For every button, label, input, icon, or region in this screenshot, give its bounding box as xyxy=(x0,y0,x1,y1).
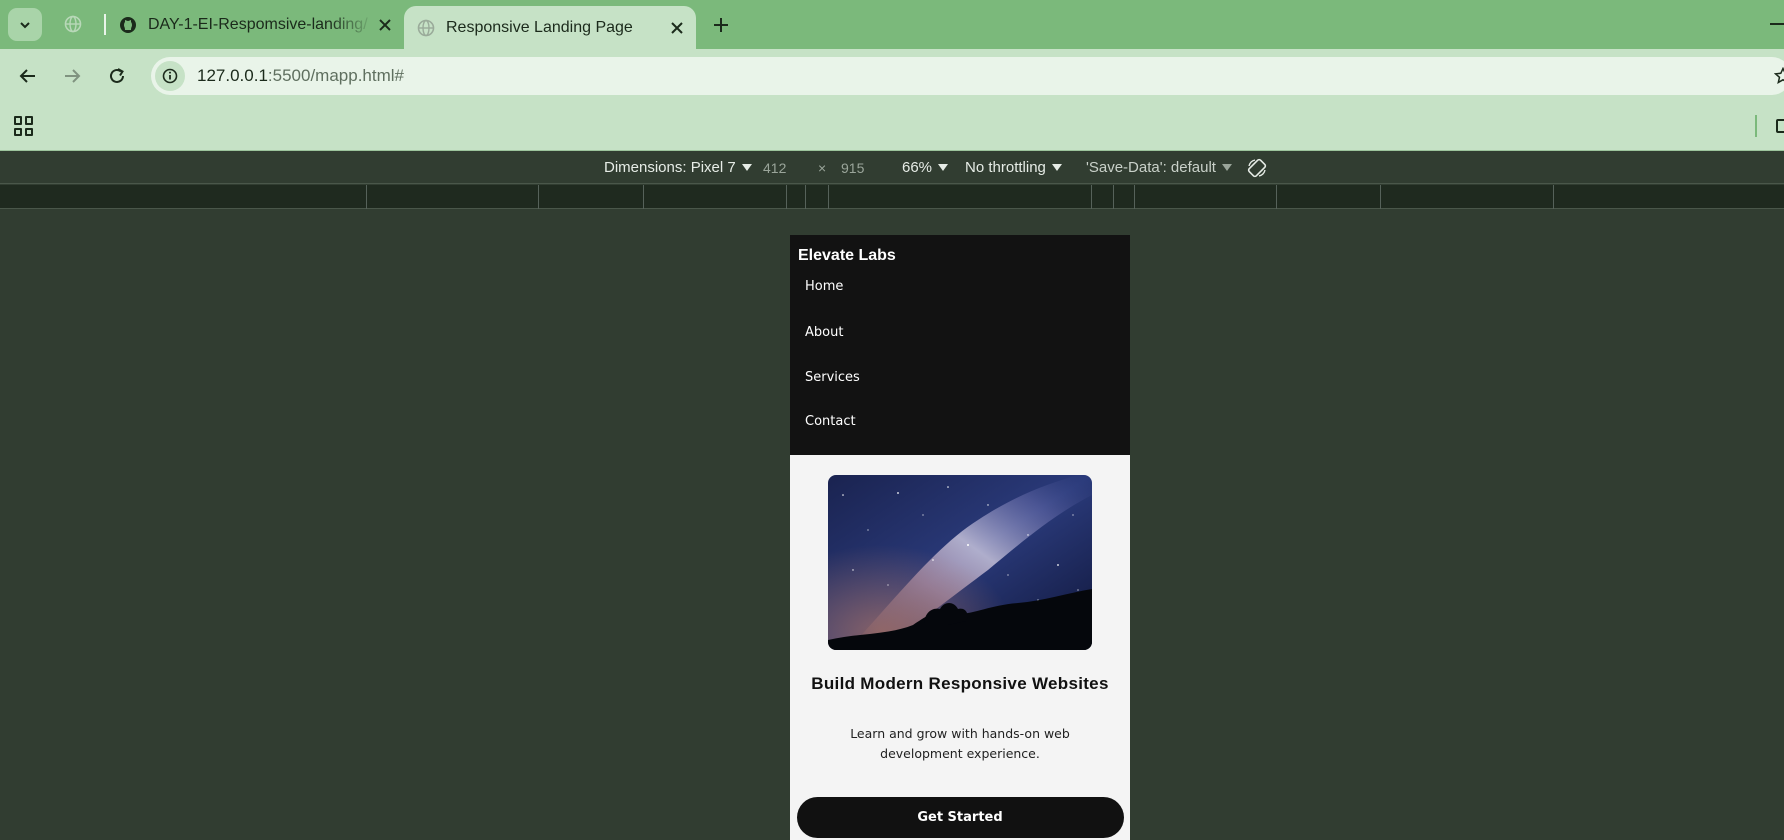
nav-item-home: Home xyxy=(798,277,1122,310)
caret-down-icon xyxy=(1051,164,1062,171)
globe-icon xyxy=(64,15,82,33)
get-started-button[interactable]: Get Started xyxy=(796,797,1124,838)
media-query-marker[interactable] xyxy=(1276,185,1277,209)
arrow-left-icon xyxy=(19,69,35,83)
globe-icon xyxy=(416,18,436,38)
media-query-bar[interactable] xyxy=(0,185,1784,209)
save-data-dropdown[interactable]: 'Save-Data': default xyxy=(1086,151,1232,184)
tab-responsive-landing[interactable]: Responsive Landing Page xyxy=(404,6,696,49)
caret-down-icon xyxy=(1221,164,1232,171)
zoom-label: 66% xyxy=(902,159,933,176)
media-query-marker[interactable] xyxy=(1553,185,1554,209)
tab-separator xyxy=(104,14,106,35)
media-query-marker[interactable] xyxy=(1113,185,1114,209)
close-icon[interactable] xyxy=(374,14,396,36)
device-dimensions-dropdown[interactable]: Dimensions: Pixel 7 xyxy=(604,151,752,184)
nav-item-contact: Contact xyxy=(798,399,1122,444)
new-tab-button[interactable] xyxy=(708,12,734,38)
chevron-down-icon xyxy=(20,21,30,28)
media-query-marker[interactable] xyxy=(828,185,829,209)
media-query-marker[interactable] xyxy=(538,185,539,209)
hero-image xyxy=(828,475,1092,650)
site-info-icon[interactable] xyxy=(155,61,185,91)
url-path: :5500/mapp.html# xyxy=(267,66,404,85)
save-data-label: 'Save-Data': default xyxy=(1086,159,1216,176)
github-icon xyxy=(118,15,138,35)
device-height-value: 915 xyxy=(841,159,865,176)
media-query-marker[interactable] xyxy=(366,185,367,209)
device-height-input[interactable]: 915 xyxy=(841,151,864,184)
tab-title: Responsive Landing Page xyxy=(446,18,633,36)
media-query-marker[interactable] xyxy=(786,185,787,209)
forward-button[interactable] xyxy=(58,62,86,90)
media-query-marker[interactable] xyxy=(643,185,644,209)
zoom-dropdown[interactable]: 66% xyxy=(902,151,949,184)
device-toolbar: Dimensions: Pixel 7 412 × 915 66% No thr… xyxy=(0,151,1784,184)
address-bar[interactable]: 127.0.0.1:5500/mapp.html# xyxy=(151,57,1784,95)
tab-search-button[interactable] xyxy=(8,8,42,41)
times-label: × xyxy=(818,159,827,176)
apps-grid-icon[interactable] xyxy=(14,116,34,136)
hero-title: Build Modern Responsive Websites xyxy=(811,674,1109,693)
media-query-marker[interactable] xyxy=(1380,185,1381,209)
tab-github[interactable]: DAY-1-EI-Respomsive-landing/ xyxy=(108,0,404,49)
site-logo[interactable]: Elevate Labs xyxy=(798,247,1122,265)
rotate-icon xyxy=(1247,158,1267,177)
nav-item-services: Services xyxy=(798,355,1122,400)
throttling-label: No throttling xyxy=(965,159,1046,176)
hero-section: Build Modern Responsive Websites Learn a… xyxy=(790,455,1130,838)
arrow-right-icon xyxy=(65,69,81,83)
device-width-input[interactable]: 412 xyxy=(763,151,786,184)
nav-link-services[interactable]: Services xyxy=(805,370,860,385)
dimension-times: × xyxy=(818,151,826,184)
nav-link-about[interactable]: About xyxy=(805,325,843,340)
minimize-button[interactable] xyxy=(1770,23,1784,25)
media-query-marker[interactable] xyxy=(805,185,806,209)
star-icon[interactable] xyxy=(1774,67,1784,85)
browser-toolbar: 127.0.0.1:5500/mapp.html# xyxy=(0,49,1784,101)
tab-strip: DAY-1-EI-Respomsive-landing/ Responsive … xyxy=(0,0,1784,49)
nav-item-about: About xyxy=(798,310,1122,355)
caret-down-icon xyxy=(741,164,752,171)
url-text: 127.0.0.1:5500/mapp.html# xyxy=(197,66,404,86)
device-width-value: 412 xyxy=(763,159,787,176)
device-viewport: Elevate Labs Home About Services Contact xyxy=(790,235,1130,840)
device-dimensions-label: Dimensions: Pixel 7 xyxy=(604,159,736,176)
caret-down-icon xyxy=(938,164,949,171)
reload-button[interactable] xyxy=(103,62,131,90)
media-query-marker[interactable] xyxy=(1091,185,1092,209)
reload-icon xyxy=(110,68,124,83)
folder-icon[interactable] xyxy=(1776,119,1784,133)
nav-link-home[interactable]: Home xyxy=(805,279,843,294)
rotate-button[interactable] xyxy=(1246,151,1268,184)
site-nav: Home About Services Contact xyxy=(798,277,1122,444)
plus-icon xyxy=(714,18,728,32)
bookmarks-separator xyxy=(1755,115,1757,137)
back-button[interactable] xyxy=(14,62,42,90)
throttling-dropdown[interactable]: No throttling xyxy=(965,151,1062,184)
bookmarks-bar xyxy=(0,101,1784,151)
nav-link-contact[interactable]: Contact xyxy=(805,414,856,429)
close-icon[interactable] xyxy=(666,17,688,39)
site-header: Elevate Labs Home About Services Contact xyxy=(790,235,1130,455)
hero-description: Learn and grow with hands-on web develop… xyxy=(850,726,1070,761)
url-host: 127.0.0.1 xyxy=(197,66,268,85)
tab-title: DAY-1-EI-Respomsive-landing/ xyxy=(148,15,368,33)
media-query-marker[interactable] xyxy=(1134,185,1135,209)
pinned-tab[interactable] xyxy=(62,13,84,35)
